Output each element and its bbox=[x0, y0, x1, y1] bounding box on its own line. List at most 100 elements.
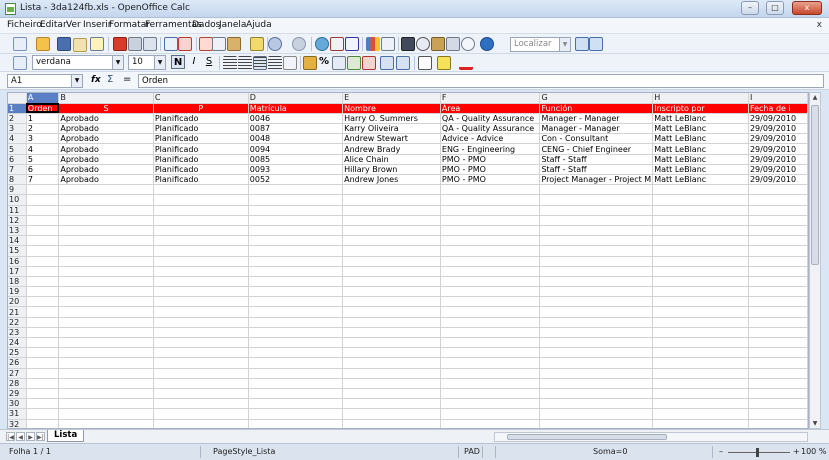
cell[interactable] bbox=[248, 276, 344, 288]
preview-icon[interactable] bbox=[143, 37, 157, 51]
cell[interactable]: 5 bbox=[26, 154, 60, 165]
cell[interactable] bbox=[342, 245, 441, 257]
cell[interactable] bbox=[26, 347, 60, 359]
standard-format-icon[interactable] bbox=[332, 56, 346, 70]
chart-icon[interactable] bbox=[366, 37, 380, 51]
column-header-i[interactable]: I bbox=[748, 93, 808, 104]
cell[interactable] bbox=[748, 276, 808, 288]
cell[interactable] bbox=[440, 266, 541, 277]
cell[interactable]: Función bbox=[539, 103, 654, 114]
cell[interactable] bbox=[58, 296, 154, 308]
cell[interactable] bbox=[58, 327, 154, 339]
cell[interactable] bbox=[539, 286, 654, 298]
cell[interactable]: 0052 bbox=[248, 174, 344, 186]
cell[interactable] bbox=[248, 256, 344, 267]
cell[interactable] bbox=[342, 215, 441, 226]
cell[interactable]: 1 bbox=[26, 113, 60, 125]
cell[interactable] bbox=[58, 205, 154, 216]
cell[interactable] bbox=[26, 388, 60, 400]
cell[interactable]: Aprobado bbox=[58, 154, 154, 165]
merge-cells-icon[interactable] bbox=[283, 56, 297, 70]
cell[interactable] bbox=[342, 205, 441, 216]
cell[interactable]: Alice Chain bbox=[342, 154, 441, 165]
paste-icon[interactable] bbox=[227, 37, 241, 51]
cell[interactable] bbox=[748, 296, 808, 308]
sort-desc-icon[interactable] bbox=[345, 37, 359, 51]
row-header[interactable]: 14 bbox=[8, 235, 27, 247]
cell[interactable] bbox=[652, 388, 749, 400]
cell[interactable] bbox=[342, 235, 441, 247]
cell[interactable] bbox=[748, 194, 808, 206]
menu-editar[interactable]: Editar bbox=[40, 20, 67, 30]
cell[interactable]: Aprobado bbox=[58, 133, 154, 145]
cell[interactable] bbox=[248, 398, 344, 410]
cell[interactable] bbox=[748, 266, 808, 277]
cell[interactable]: 29/09/2010 bbox=[748, 174, 808, 186]
underline-button[interactable]: S bbox=[202, 55, 216, 69]
cell[interactable]: Andrew Brady bbox=[342, 143, 441, 155]
menu-ver[interactable]: Ver bbox=[66, 20, 81, 30]
cell[interactable] bbox=[153, 317, 249, 328]
cell[interactable] bbox=[342, 276, 441, 288]
column-header-d[interactable]: D bbox=[248, 93, 344, 104]
row-header[interactable]: 27 bbox=[8, 368, 27, 379]
cell[interactable]: 6 bbox=[26, 164, 60, 176]
sheet-tab-lista[interactable]: Lista bbox=[47, 430, 85, 442]
row-header[interactable]: 19 bbox=[8, 286, 27, 298]
cell[interactable] bbox=[652, 184, 749, 196]
horizontal-scroll-thumb[interactable] bbox=[507, 434, 667, 440]
function-wizard-icon[interactable]: fx bbox=[91, 75, 101, 85]
font-name-box[interactable]: verdana ▼ bbox=[32, 55, 124, 70]
page-style[interactable]: PageStyle_Lista bbox=[213, 447, 275, 456]
cell[interactable]: Harry O. Summers bbox=[342, 113, 441, 125]
chevron-down-icon[interactable]: ▼ bbox=[112, 56, 123, 69]
cell[interactable] bbox=[58, 215, 154, 226]
cell[interactable]: Inscripto por bbox=[652, 103, 749, 114]
cell[interactable] bbox=[539, 388, 654, 400]
row-header[interactable]: 7 bbox=[8, 164, 27, 176]
cell[interactable]: S bbox=[58, 103, 154, 114]
menu-janela[interactable]: Janela bbox=[219, 20, 246, 30]
maximize-button[interactable]: □ bbox=[766, 1, 784, 15]
cell[interactable] bbox=[153, 327, 249, 339]
copy-icon[interactable] bbox=[212, 37, 226, 51]
cell[interactable] bbox=[342, 194, 441, 206]
selection-mode[interactable]: PAD bbox=[464, 447, 480, 456]
row-header[interactable]: 30 bbox=[8, 398, 27, 410]
cell[interactable]: Matt LeBlanc bbox=[652, 133, 749, 145]
cell[interactable]: Matt LeBlanc bbox=[652, 154, 749, 165]
cell[interactable]: Aprobado bbox=[58, 164, 154, 176]
cell[interactable] bbox=[153, 205, 249, 216]
cell[interactable] bbox=[248, 388, 344, 400]
cell[interactable] bbox=[248, 419, 344, 428]
styles-icon[interactable] bbox=[13, 56, 27, 70]
cell[interactable] bbox=[153, 408, 249, 420]
bold-button[interactable]: N bbox=[171, 55, 185, 69]
row-header[interactable]: 20 bbox=[8, 296, 27, 308]
zoom-level[interactable]: 100 % bbox=[801, 447, 826, 456]
cell[interactable] bbox=[652, 327, 749, 339]
cell[interactable] bbox=[748, 388, 808, 400]
cell[interactable] bbox=[652, 306, 749, 318]
cell[interactable]: 3 bbox=[26, 133, 60, 145]
cell[interactable] bbox=[58, 225, 154, 237]
justify-icon[interactable] bbox=[268, 56, 282, 70]
scroll-up-icon[interactable]: ▲ bbox=[810, 94, 820, 101]
cell[interactable] bbox=[440, 215, 541, 226]
cell[interactable] bbox=[342, 398, 441, 410]
cell[interactable] bbox=[652, 378, 749, 389]
datasource-icon[interactable] bbox=[446, 37, 460, 51]
cell[interactable] bbox=[153, 368, 249, 379]
cell[interactable] bbox=[539, 419, 654, 428]
cell[interactable]: Matt LeBlanc bbox=[652, 123, 749, 135]
cell[interactable] bbox=[153, 266, 249, 277]
row-header[interactable]: 3 bbox=[8, 123, 27, 135]
cell[interactable] bbox=[153, 419, 249, 428]
cell[interactable]: 0093 bbox=[248, 164, 344, 176]
cell[interactable] bbox=[440, 205, 541, 216]
cell[interactable] bbox=[153, 276, 249, 288]
cell[interactable] bbox=[748, 235, 808, 247]
menu-formatar[interactable]: Formatar bbox=[109, 20, 150, 30]
previous-sheet-icon[interactable]: ◀ bbox=[16, 432, 25, 441]
cell[interactable] bbox=[440, 378, 541, 389]
